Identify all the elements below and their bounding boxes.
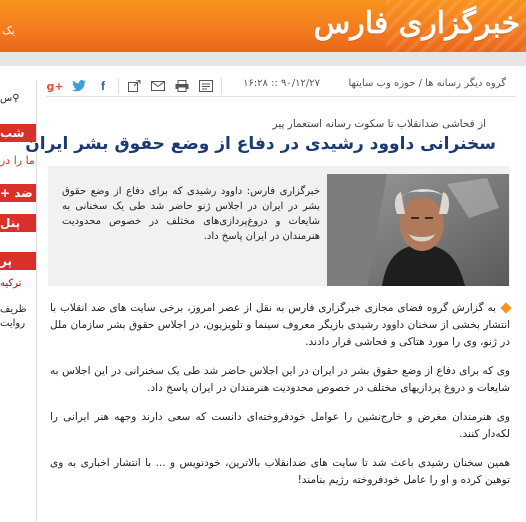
lead-box: خبرگزاری فارس: داوود رشیدی که برای دفاع … [48,166,510,286]
site-logo[interactable]: خبرگزاری فارس [314,6,520,41]
toolbar-divider [118,78,119,94]
sidebar-item-6[interactable]: ترکیه [0,278,36,289]
nav-band [0,52,526,66]
toolbar-divider [221,78,222,94]
article-title: سخنرانی داوود رشیدی در دفاع از وضع حقوق … [25,134,496,154]
article-kicker: از فحاشی ضدانقلاب تا سکوت رسانه استعمار … [272,118,486,130]
email-icon[interactable] [149,78,167,94]
article-paragraph: وی هنرمندان مغرض و خارج‌نشین را عوامل خو… [50,411,510,440]
article-toolbar: g+ f ۹۰/۱۲/۲۷ :: ۱۶:۲۸ گروه دیگر رسانه ه… [46,74,516,97]
article-photo [327,174,509,286]
article-datetime: ۹۰/۱۲/۲۷ :: ۱۶:۲۸ [243,78,320,89]
bullet-icon [500,302,512,314]
google-plus-icon[interactable]: g+ [46,78,64,94]
search-icon: ⚲ [12,93,20,104]
print-icon[interactable] [173,78,191,94]
sidebar-item-2[interactable]: ما را در [0,154,36,167]
article-body: به گزارش گروه فضای مجازی خبرگزاری فارس ب… [50,300,512,501]
article-lead: خبرگزاری فارس: داوود رشیدی که برای دفاع … [62,186,320,242]
sidebar-item-7[interactable]: ظریف [0,304,36,315]
sidebar-item-4[interactable]: پنل [0,214,36,232]
save-icon[interactable] [197,78,215,94]
article-paragraph: به گزارش گروه فضای مجازی خبرگزاری فارس ب… [50,302,512,348]
breadcrumb[interactable]: گروه دیگر رسانه ها / حوزه وب سایتها [348,78,506,89]
sidebar-item-5[interactable]: پر [0,252,36,270]
share-tools: g+ f [46,77,222,95]
share-icon[interactable] [125,78,143,94]
twitter-icon[interactable] [70,78,88,94]
facebook-icon[interactable]: f [94,78,112,94]
article-paragraph: همین سخنان رشیدی باعث شد تا سایت های ضدا… [50,457,510,486]
header-edge-text: یک [2,24,15,37]
site-header: خبرگزاری فارس یک [0,0,526,52]
sidebar-search[interactable]: ⚲س [0,90,36,108]
article-paragraph: وی که برای دفاع از وضع حقوق بشر در ایران… [50,365,510,394]
sidebar-item-3[interactable]: ضد + [0,184,36,202]
sidebar-item-8[interactable]: روایت [0,318,36,329]
